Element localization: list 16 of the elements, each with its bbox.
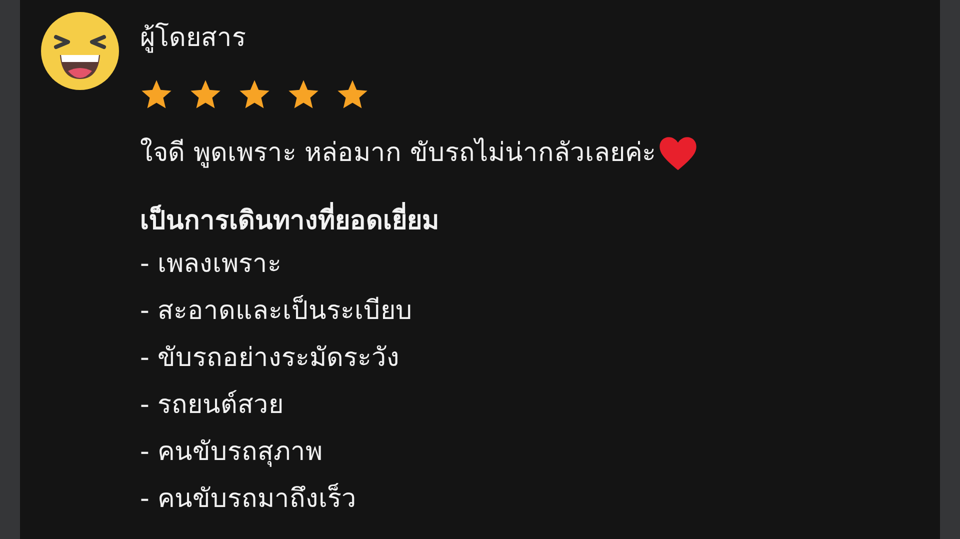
heart-icon: [658, 134, 698, 172]
highlight-item: - คนขับรถสุภาพ: [140, 436, 323, 469]
highlight-item: - รถยนต์สวย: [140, 389, 284, 422]
reviewer-name: ผู้โดยสาร: [140, 22, 246, 55]
star-icon: [189, 78, 222, 111]
highlights-title: เป็นการเดินทางที่ยอดเยี่ยม: [140, 201, 439, 241]
star-icon: [140, 78, 173, 111]
star-icon: [336, 78, 369, 111]
star-icon: [238, 78, 271, 111]
laughing-face-icon: [40, 11, 120, 91]
review-comment: ใจดี พูดเพราะ หล่อมาก ขับรถไม่น่ากลัวเลยค่ะ: [140, 136, 656, 170]
highlight-item: - ขับรถอย่างระมัดระวัง: [140, 342, 400, 375]
highlight-item: - สะอาดและเป็นระเบียบ: [140, 294, 413, 328]
highlight-item: - เพลงเพราะ: [140, 248, 282, 281]
star-icon: [287, 78, 320, 111]
highlight-item: - คนขับรถมาถึงเร็ว: [140, 482, 357, 516]
